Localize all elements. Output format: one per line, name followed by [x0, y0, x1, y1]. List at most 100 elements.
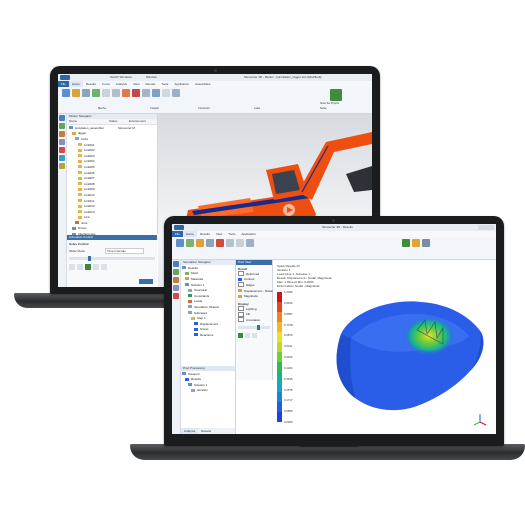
- l1-rb-drive-button[interactable]: [162, 89, 170, 97]
- l1-titlebar: Switch Windows Window Simcenter 3D - Mot…: [58, 74, 372, 81]
- stop-icon[interactable]: [252, 332, 257, 338]
- l1-ribbon: Solve Set Physics Mecha Coupler Connecto…: [58, 87, 372, 114]
- post-processing-icon[interactable]: [173, 269, 179, 275]
- l1-rb-link-button[interactable]: [62, 89, 70, 97]
- legend-band: [277, 412, 282, 423]
- l1-rb-measure-button[interactable]: [172, 89, 180, 97]
- l2-rb-probe-button[interactable]: [236, 239, 244, 247]
- assembly-icon[interactable]: [59, 123, 65, 129]
- history-icon[interactable]: [173, 285, 179, 291]
- spring-icon: [92, 89, 100, 97]
- l1-group-load: Load: [254, 107, 260, 110]
- l1-close-button[interactable]: [139, 279, 153, 284]
- play-icon[interactable]: [238, 332, 243, 338]
- stop-icon[interactable]: [101, 264, 107, 270]
- l2-rb-contour-button[interactable]: [216, 239, 224, 247]
- fea-result-model: [336, 301, 484, 411]
- l1-nav-col-name[interactable]: Name: [67, 119, 109, 124]
- roles-icon[interactable]: [59, 147, 65, 153]
- l2-rb-report-button[interactable]: [246, 239, 254, 247]
- l1-slider-mode-select[interactable]: Time Intervals: [105, 248, 144, 254]
- web-icon[interactable]: [59, 155, 65, 161]
- l2-bottom-tab-analysis[interactable]: Analysis: [181, 428, 199, 434]
- l1-switch-windows[interactable]: Switch Windows: [110, 75, 132, 79]
- l2-rb-mesh-button[interactable]: [186, 239, 194, 247]
- l1-panel-section: Solve Control: [69, 242, 89, 246]
- l2-scale-slider[interactable]: [238, 324, 270, 330]
- option-row[interactable]: Annotation: [236, 317, 272, 323]
- simulation-navigator-icon[interactable]: [173, 261, 179, 267]
- l1-rb-joint-button[interactable]: [72, 89, 80, 97]
- history-icon[interactable]: [59, 139, 65, 145]
- l1-rb-gear-button[interactable]: [82, 89, 90, 97]
- legend-band: [277, 332, 282, 343]
- option-row[interactable]: Magnitude: [236, 293, 272, 299]
- solve-icon: [402, 239, 410, 247]
- l1-rb-force-button[interactable]: [132, 89, 140, 97]
- l2-titlebar: Simcenter 3D - Results: [172, 224, 496, 231]
- l1-rb-cable-button[interactable]: [112, 89, 120, 97]
- cable-icon: [112, 89, 120, 97]
- l2-rb-monitor-button[interactable]: [412, 239, 420, 247]
- l1-time-slider[interactable]: [69, 256, 155, 261]
- l1-solve-button[interactable]: [330, 89, 342, 101]
- legend-tick-label: 0.1717: [284, 398, 293, 403]
- l1-rb-spring-button[interactable]: [92, 89, 100, 97]
- l2-rb-import-button[interactable]: [176, 239, 184, 247]
- gear-icon: [82, 89, 90, 97]
- report-icon: [246, 239, 254, 247]
- l2-window-controls[interactable]: [478, 225, 494, 230]
- l1-rb-torque-button[interactable]: [142, 89, 150, 97]
- import-icon: [176, 239, 184, 247]
- pause-icon[interactable]: [245, 332, 250, 338]
- l1-rb-sensor-button[interactable]: [152, 89, 160, 97]
- l2-view-triad-icon[interactable]: [472, 412, 488, 428]
- l2-contour-legend: [277, 292, 282, 423]
- torque-icon: [142, 89, 150, 97]
- mesh-icon: [186, 239, 194, 247]
- excavator-bucket: [346, 166, 372, 192]
- l1-window-menu[interactable]: Window: [146, 75, 157, 79]
- animate-icon: [226, 239, 234, 247]
- l1-rb-coupler-button[interactable]: [102, 89, 110, 97]
- legend-band: [277, 392, 282, 403]
- measure-icon: [172, 89, 180, 97]
- tree-item[interactable]: Iteration: [182, 388, 235, 394]
- l2-rb-load-button[interactable]: [196, 239, 204, 247]
- l2-rb-animate-button[interactable]: [226, 239, 234, 247]
- tree-item[interactable]: Reactions: [182, 332, 235, 338]
- l1-nav-col-status[interactable]: Status: [109, 119, 129, 124]
- l2-rb-solve-button[interactable]: [402, 239, 410, 247]
- legend-tick-label: 0.4293: [284, 365, 293, 370]
- l2-post-view-panel: Post View Result Deformed Contour Edges …: [236, 260, 273, 380]
- step-back-icon[interactable]: [77, 264, 83, 270]
- legend-band: [277, 362, 282, 373]
- l2-rb-constraint-button[interactable]: [206, 239, 214, 247]
- l1-nav-col-env[interactable]: Environment: [129, 119, 155, 124]
- part-icon[interactable]: [173, 277, 179, 283]
- link-icon: [62, 89, 70, 97]
- l1-resource-bar: [58, 114, 67, 287]
- constraint-icon: [206, 239, 214, 247]
- l1-rb-contact-button[interactable]: [122, 89, 130, 97]
- legend-band: [277, 342, 282, 353]
- l2-rb-settings-button[interactable]: [422, 239, 430, 247]
- l2-graphics-viewport[interactable]: Spark Results 20 Iteration 1 Load Case 1…: [273, 260, 496, 434]
- contour-icon: [216, 239, 224, 247]
- coupler-icon: [102, 89, 110, 97]
- play-icon[interactable]: [85, 264, 91, 270]
- navigator-icon[interactable]: [59, 115, 65, 121]
- l1-group-solve: Solve: [320, 107, 327, 110]
- legend-band: [277, 372, 282, 383]
- roles-icon[interactable]: [173, 293, 179, 299]
- l1-panel-title: Animation Control: [67, 235, 157, 240]
- joint-icon: [72, 89, 80, 97]
- probe-icon: [236, 239, 244, 247]
- step-forward-icon[interactable]: [93, 264, 99, 270]
- l2-bottom-tab-results[interactable]: Results: [198, 428, 214, 434]
- contact-icon: [122, 89, 130, 97]
- part-icon[interactable]: [59, 131, 65, 137]
- l1-group-connector: Connector: [198, 107, 210, 110]
- rewind-icon[interactable]: [69, 264, 75, 270]
- palette-icon[interactable]: [59, 163, 65, 169]
